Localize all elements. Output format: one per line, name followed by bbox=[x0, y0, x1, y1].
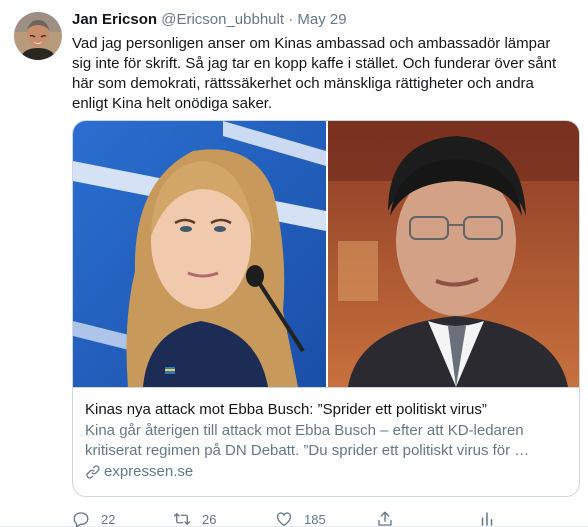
share-icon bbox=[378, 511, 392, 526]
tweet-text: Vad jag personligen anser om Kinas ambas… bbox=[72, 35, 557, 112]
tweet-actions: 22 26 185 bbox=[72, 508, 580, 527]
card-body[interactable]: Kinas nya attack mot Ebba Busch: ”Spride… bbox=[73, 387, 579, 496]
card-image-right-photo bbox=[328, 121, 579, 387]
card-description: Kina går återigen till attack mot Ebba B… bbox=[85, 422, 530, 459]
avatar[interactable] bbox=[14, 12, 62, 60]
retweet-button[interactable]: 26 bbox=[173, 508, 216, 527]
like-button[interactable]: 185 bbox=[275, 508, 326, 527]
tweet[interactable]: Jan Ericson @Ericson_ubbhult · May 29 Va… bbox=[0, 0, 588, 527]
tweet-content: Jan Ericson @Ericson_ubbhult · May 29 Va… bbox=[72, 10, 580, 527]
card-domain-text: expressen.se bbox=[104, 463, 194, 480]
reply-count: 22 bbox=[101, 511, 116, 527]
separator-dot: · bbox=[288, 11, 294, 28]
user-handle[interactable]: @Ericson_ubbhult bbox=[161, 11, 284, 28]
share-button[interactable] bbox=[376, 508, 394, 527]
link-card[interactable]: Kinas nya attack mot Ebba Busch: ”Spride… bbox=[72, 120, 580, 497]
analytics-icon bbox=[481, 512, 493, 526]
link-icon bbox=[86, 465, 100, 479]
tweet-header: Jan Ericson @Ericson_ubbhult · May 29 bbox=[72, 10, 580, 30]
card-image[interactable] bbox=[73, 121, 579, 387]
like-icon bbox=[276, 512, 292, 527]
card-domain[interactable]: expressen.se bbox=[85, 462, 569, 482]
tweet-date[interactable]: May 29 bbox=[297, 11, 346, 28]
card-title[interactable]: Kinas nya attack mot Ebba Busch: ”Spride… bbox=[85, 400, 569, 420]
analytics-button[interactable] bbox=[478, 508, 496, 527]
retweet-icon bbox=[173, 513, 191, 525]
reply-icon bbox=[73, 512, 89, 527]
reply-button[interactable]: 22 bbox=[72, 508, 115, 527]
display-name[interactable]: Jan Ericson bbox=[72, 11, 157, 28]
retweet-count: 26 bbox=[202, 511, 217, 527]
like-count: 185 bbox=[304, 511, 326, 527]
card-image-left-photo bbox=[73, 121, 326, 387]
